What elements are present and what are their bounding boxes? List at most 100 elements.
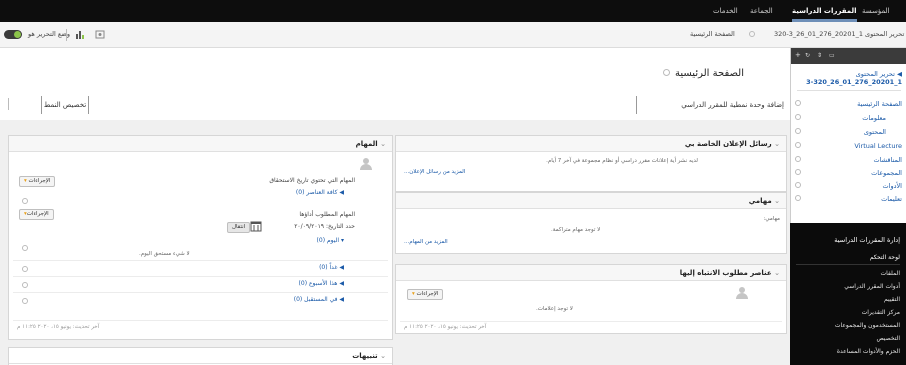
course-menu-toolbar: + ↻ ⇕ ▭ [791, 48, 906, 64]
divider [13, 292, 388, 293]
sidebar-item-tools[interactable]: الأدوات [883, 182, 902, 190]
breadcrumb-course[interactable]: تحرير المحتوى 1_20201_276_01_26_3-320 [774, 30, 904, 38]
divider [13, 276, 388, 277]
needs-attention-empty: لا توجد إعلامات. [536, 306, 573, 312]
tasks-this-week-link[interactable]: ◀ هذا الأسبوع (0) [299, 280, 344, 287]
tasks-today-link[interactable]: ▾ اليوم (0) [317, 237, 344, 244]
tab-services[interactable]: الخدمات [713, 0, 738, 22]
announcements-title: ⌄ رسائل الإعلان الخاصة بي [684, 140, 780, 148]
collapse-icon[interactable]: ⇕ [817, 52, 822, 59]
menu-options-icon[interactable] [795, 128, 801, 134]
add-module-button[interactable]: إضافة وحدة نمطية للمقرر الدراسي [636, 96, 784, 114]
tasks-tomorrow-link[interactable]: ◀ غداً (0) [319, 264, 344, 271]
go-button[interactable]: انتقال [227, 222, 251, 233]
tasks-date-row: حدد التاريخ: ٢٠/٠٩/٢٠١٩ [294, 223, 355, 230]
customize-style-button[interactable]: تخصيص النمط [41, 96, 89, 114]
my-tasks-header: ⌄ مهامي [396, 193, 786, 209]
cp-item-users-groups[interactable]: المستخدمون والمجموعات [835, 322, 900, 329]
needs-attention-header: ⌄ عناصر مطلوب الانتباه إليها [396, 265, 786, 281]
title-options-icon[interactable] [662, 69, 670, 76]
menu-options-icon[interactable] [795, 169, 801, 175]
cp-item-packages-utilities[interactable]: الحزم والأدوات المساعدة [837, 348, 900, 355]
add-menu-item-icon[interactable]: + [795, 51, 801, 59]
sidebar-item-home[interactable]: الصفحة الرئيسية [857, 100, 902, 108]
tasks-actions-button[interactable]: ▾ الإجراءات [19, 176, 56, 187]
sidebar-item-content[interactable]: المحتوى [864, 128, 886, 136]
tasks-nothing-due: لا شيء مستحق اليوم. [139, 251, 190, 257]
tasks-panel: ⌄ المهام المهام التي تحتوي تاريخ الاستحق… [8, 135, 393, 340]
avatar-icon [736, 287, 748, 299]
needs-attention-actions-button[interactable]: ▾ الإجراءات [407, 289, 444, 300]
edit-mode-toggle[interactable] [4, 30, 22, 39]
tasks-header: ⌄ المهام [9, 136, 392, 152]
divider [796, 264, 900, 265]
menu-options-icon[interactable] [795, 114, 801, 120]
my-tasks-empty: لا توجد مهام متراكمة. [551, 227, 601, 233]
top-navigation-bar: المؤسسة المقررات الدراسية الجماعة الخدما… [0, 0, 906, 22]
needs-attention-panel: ⌄ عناصر مطلوب الانتباه إليها ▾ الإجراءات… [395, 264, 787, 334]
announcements-header: ⌄ رسائل الإعلان الخاصة بي [396, 136, 786, 152]
tasks-actions-button-2[interactable]: ▾الإجراءات [19, 209, 54, 220]
sidebar-item-virtual-lecture[interactable]: Virtual Lecture [854, 142, 902, 150]
sidebar-item-discussions[interactable]: المناقشات [874, 156, 903, 164]
menu-options-icon[interactable] [795, 100, 801, 106]
tasks-all-items-link[interactable]: ◀ كافة العناصر (0) [296, 189, 344, 196]
view-icon[interactable]: ▭ [829, 52, 835, 59]
tasks-due-label: المهام المطلوب أداؤها [299, 211, 355, 218]
my-tasks-more-link[interactable]: المزيد من المهام... [404, 239, 448, 245]
alerts-panel: ⌄ تنبيهات [8, 347, 393, 365]
cp-item-grade-center[interactable]: مركز التقديرات [862, 309, 900, 316]
row-options-icon[interactable] [22, 198, 28, 204]
tasks-title: ⌄ المهام [355, 140, 386, 148]
cp-item-evaluation[interactable]: التقييم [884, 296, 900, 303]
announcements-message: لديه نشر أية إعلانات مقرر دراسي أو نظام … [546, 158, 698, 164]
divider [13, 320, 388, 321]
my-tasks-panel: ⌄ مهامي مهامي: لا توجد مهام متراكمة. الم… [395, 192, 787, 254]
cp-item-files[interactable]: الملفات [881, 270, 900, 277]
row-options-icon[interactable] [22, 282, 28, 288]
tab-courses[interactable]: المقررات الدراسية [792, 0, 857, 22]
course-title-link[interactable]: ◀ تحرير المحتوى [856, 70, 902, 78]
announcements-more-link[interactable]: المزيد من رسائل الإعلان... [404, 169, 465, 175]
calendar-icon[interactable] [250, 220, 262, 232]
course-menu: + ↻ ⇕ ▭ ◀ تحرير المحتوى 1_20201_276_01_2… [790, 48, 906, 223]
toggle-knob-icon [14, 31, 21, 38]
sidebar-item-groups[interactable]: المجموعات [871, 169, 902, 177]
alerts-header: ⌄ تنبيهات [9, 348, 392, 364]
divider [66, 29, 67, 41]
my-tasks-label: مهامي: [763, 216, 780, 222]
course-menu-sidebar: + ↻ ⇕ ▭ ◀ تحرير المحتوى 1_20201_276_01_2… [790, 48, 906, 365]
tasks-last-updated: آخر تحديث: يونيو ١٥، ٢٠٢٠ ١١:٢٥ م [17, 324, 100, 330]
control-panel-heading: لوحة التحكم [869, 254, 900, 261]
row-options-icon[interactable] [22, 266, 28, 272]
menu-options-icon[interactable] [795, 182, 801, 188]
edit-mode-label: وضع التحرير هو [28, 30, 70, 38]
breadcrumb-bar: تحرير المحتوى 1_20201_276_01_26_3-320 ال… [0, 22, 906, 48]
menu-options-icon[interactable] [795, 195, 801, 201]
menu-options-icon[interactable] [795, 142, 801, 148]
cp-item-customization[interactable]: التخصيص [876, 335, 900, 342]
breadcrumb-home[interactable]: الصفحة الرئيسية [690, 30, 735, 38]
row-options-icon[interactable] [22, 245, 28, 251]
menu-options-icon[interactable] [795, 156, 801, 162]
refresh-icon[interactable]: ↻ [805, 52, 810, 59]
needs-attention-title: ⌄ عناصر مطلوب الانتباه إليها [679, 269, 780, 277]
row-options-icon[interactable] [22, 298, 28, 304]
cp-item-course-tools[interactable]: أدوات المقرر الدراسي [844, 283, 900, 290]
sidebar-item-info[interactable]: معلومات [862, 114, 886, 122]
settings-icon[interactable] [95, 30, 105, 39]
alerts-title: ⌄ تنبيهات [352, 352, 386, 360]
breadcrumb-separator-icon [749, 31, 755, 37]
needs-attention-last-updated: آخر تحديث: يونيو ١٥، ٢٠٢٠ ١١:٢٥ م [404, 324, 487, 330]
tab-community[interactable]: الجماعة [750, 0, 773, 22]
course-management-title: إدارة المقررات الدراسية [834, 236, 900, 244]
page-title: الصفحة الرئيسية [662, 68, 744, 79]
tasks-no-due-label: المهام التي تحتوي تاريخ الاستحقاق [269, 177, 355, 184]
avatar-icon [360, 158, 372, 170]
sidebar-item-help[interactable]: تعليمات [881, 195, 902, 203]
divider [797, 90, 901, 91]
tab-institution[interactable]: المؤسسة [862, 0, 890, 22]
chart-icon[interactable] [75, 30, 84, 39]
tasks-future-link[interactable]: ◀ في المستقبل (0) [294, 296, 344, 303]
course-title-id[interactable]: 1_20201_276_01_26_3-320 [806, 78, 902, 86]
